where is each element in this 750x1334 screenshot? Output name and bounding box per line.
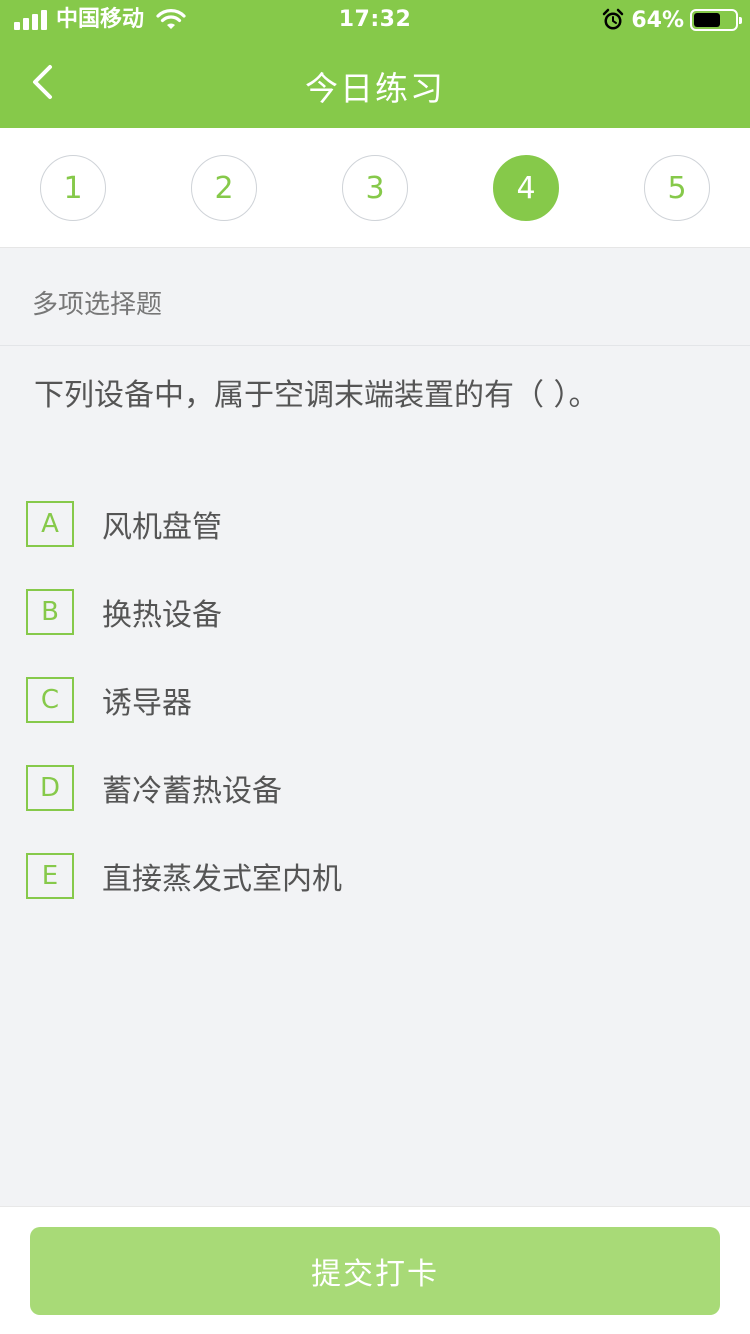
option-a[interactable]: A 风机盘管 (26, 500, 222, 548)
question-number-bar: 1 2 3 4 5 (0, 128, 750, 248)
submit-checkin-button[interactable]: 提交打卡 (30, 1227, 720, 1315)
nav-bar: 今日练习 (0, 40, 750, 128)
battery-fill (694, 13, 720, 27)
option-text-e: 直接蒸发式室内机 (102, 862, 342, 897)
question-number-3[interactable]: 3 (342, 155, 408, 221)
option-text-b: 换热设备 (102, 598, 222, 633)
question-type: 多项选择题 (32, 290, 163, 320)
page-title: 今日练习 (305, 69, 445, 108)
option-letter-d[interactable]: D (26, 765, 74, 811)
header: 中国移动 17:32 64% 今日练习 (0, 0, 750, 128)
option-letter-b[interactable]: B (26, 589, 74, 635)
option-text-d: 蓄冷蓄热设备 (102, 774, 282, 809)
option-c[interactable]: C 诱导器 (26, 676, 192, 724)
question-number-2[interactable]: 2 (191, 155, 257, 221)
question-number-1[interactable]: 1 (40, 155, 106, 221)
practice-page: 中国移动 17:32 64% 今日练习 1 2 3 4 5 多项选择题 下列设备… (0, 0, 750, 1334)
option-letter-c[interactable]: C (26, 677, 74, 723)
option-text-a: 风机盘管 (102, 510, 222, 545)
option-text-c: 诱导器 (102, 686, 192, 721)
question-number-4[interactable]: 4 (493, 155, 559, 221)
footer: 提交打卡 (0, 1206, 750, 1334)
alarm-icon (603, 8, 624, 30)
question-type-row: 多项选择题 (0, 248, 750, 346)
option-letter-e[interactable]: E (26, 853, 74, 899)
status-right: 64% (601, 6, 742, 34)
question-number-5[interactable]: 5 (644, 155, 710, 221)
option-b[interactable]: B 换热设备 (26, 588, 222, 636)
option-d[interactable]: D 蓄冷蓄热设备 (26, 764, 282, 812)
option-letter-a[interactable]: A (26, 501, 74, 547)
option-e[interactable]: E 直接蒸发式室内机 (26, 852, 342, 900)
battery-icon (690, 9, 742, 31)
status-bar: 中国移动 17:32 64% (0, 0, 750, 40)
battery-percent: 64% (631, 7, 684, 33)
question-text: 下列设备中，属于空调末端装置的有（ ）。 (34, 378, 599, 413)
